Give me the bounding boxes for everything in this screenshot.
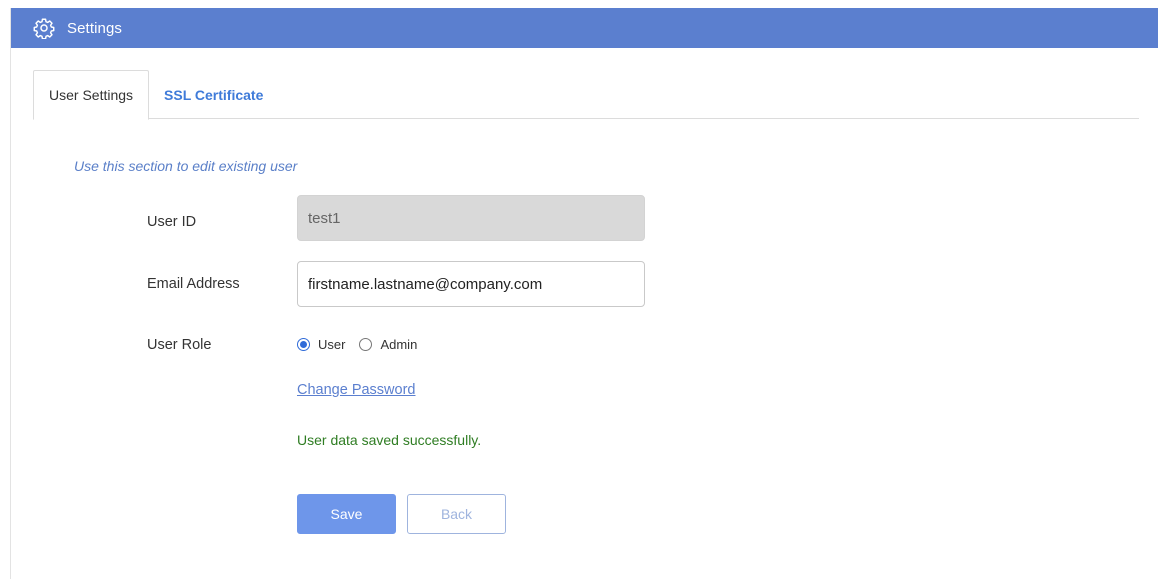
section-hint: Use this section to edit existing user xyxy=(74,158,298,174)
user-id-field: test1 xyxy=(297,195,645,241)
settings-header: Settings xyxy=(11,8,1158,48)
settings-panel: Settings User Settings SSL Certificate U… xyxy=(10,8,1158,579)
gear-icon xyxy=(33,17,55,39)
status-message: User data saved successfully. xyxy=(297,432,482,448)
role-user-radio[interactable] xyxy=(297,338,310,351)
save-button[interactable]: Save xyxy=(297,494,396,534)
tab-user-settings[interactable]: User Settings xyxy=(33,70,150,120)
page-title: Settings xyxy=(67,19,122,37)
user-id-label: User ID xyxy=(147,214,197,230)
role-admin-radio[interactable] xyxy=(359,338,373,351)
role-user-label[interactable]: User xyxy=(318,337,345,352)
user-role-label: User Role xyxy=(147,337,212,353)
role-admin-label[interactable]: Admin xyxy=(380,337,417,352)
email-field[interactable]: firstname.lastname@company.com xyxy=(297,261,645,307)
tab-ssl-certificate[interactable]: SSL Certificate xyxy=(149,70,278,119)
change-password-link[interactable]: Change Password xyxy=(297,382,416,398)
tab-bar: User Settings SSL Certificate xyxy=(33,70,1139,120)
email-value: firstname.lastname@company.com xyxy=(308,275,543,293)
user-id-value: test1 xyxy=(308,209,341,227)
back-button[interactable]: Back xyxy=(407,494,506,534)
email-label: Email Address xyxy=(147,276,240,292)
user-role-group: User Admin xyxy=(297,337,431,352)
